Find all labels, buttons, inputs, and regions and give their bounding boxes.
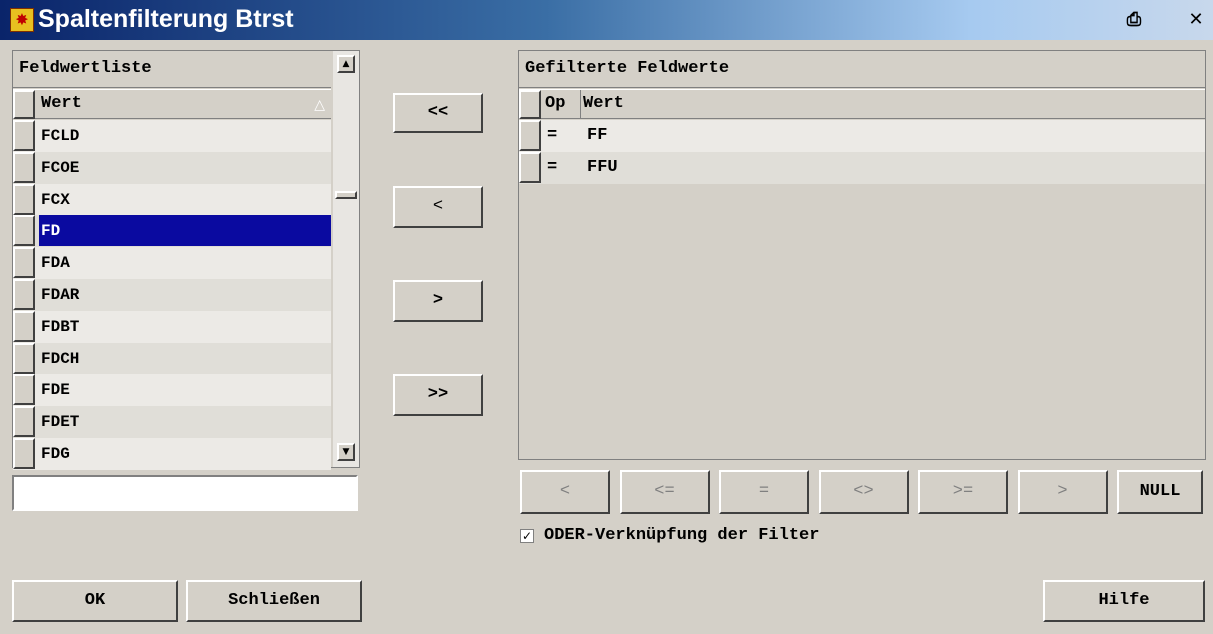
op-not-equal-button[interactable]: <> [818,470,909,514]
scroll-down-icon[interactable]: ▼ [337,443,355,461]
list-item-selected[interactable]: FD [13,215,331,248]
row-selector[interactable] [519,152,541,183]
filtered-value-row[interactable]: = FF [519,120,1205,152]
list-item-label: FDBT [41,317,80,336]
list-item-label: FDE [41,381,70,400]
list-item[interactable]: FDA [13,247,331,280]
list-item[interactable]: FDG [13,438,331,470]
filtered-values-header: Gefilterte Feldwerte [519,51,1205,88]
close-button[interactable]: Schließen [186,580,362,622]
op-less-equal-button[interactable]: <= [619,470,710,514]
value-column-header[interactable]: Wert △ [13,89,331,119]
row-selector[interactable] [13,151,35,183]
list-item-label: FDA [41,254,70,273]
filtered-values-panel: Gefilterte Feldwerte Op Wert = FF = FFU [518,50,1206,460]
op-less-button[interactable]: < [520,470,610,514]
row-selector-header [519,90,541,119]
row-selector-header [13,90,35,119]
field-value-search-input[interactable] [12,475,358,511]
list-item[interactable]: FCOE [13,151,331,184]
list-item-label: FDET [41,413,80,432]
list-item-label: FCX [41,190,70,209]
window-title: Spaltenfilterung Btrst [38,5,294,33]
ok-button[interactable]: OK [12,580,178,622]
list-item-label: FDAR [41,286,80,304]
value-column-header[interactable]: Wert [583,90,624,118]
list-item-label: FCLD [41,127,80,145]
filter-value: FF [587,126,608,145]
add-button[interactable]: > [393,280,483,322]
filter-value: FFU [587,158,618,177]
list-item-label: FCOE [41,158,80,177]
list-item[interactable]: FDET [13,406,331,439]
row-selector[interactable] [519,120,541,151]
op-greater-button[interactable]: > [1017,470,1108,514]
row-selector[interactable] [13,120,35,151]
scroll-up-icon[interactable]: ▲ [337,55,355,73]
remove-all-button[interactable]: << [393,93,483,133]
printer-icon[interactable]: ⎙ [1122,9,1146,33]
field-value-list-panel: Feldwertliste Wert △ FCLD FCOE FCX FD FDA FDA… [12,50,360,470]
list-item-label: FDG [41,445,70,463]
row-selector[interactable] [13,374,35,406]
row-selector[interactable] [13,279,35,310]
app-flag-icon: ✸ [10,8,34,32]
list-item[interactable]: FDE [13,374,331,407]
add-all-button[interactable]: >> [393,374,483,416]
close-icon[interactable]: ✕ [1184,9,1208,33]
list-item[interactable]: FDAR [13,279,331,311]
oder-label: ODER-Verknüpfung der Filter [544,526,820,545]
scroll-thumb[interactable] [335,191,357,199]
list-item[interactable]: FDCH [13,342,331,375]
list-item[interactable]: FCX [13,183,331,216]
filter-operator: = [547,126,558,145]
help-button[interactable]: Hilfe [1043,580,1205,622]
list-item-label: FDCH [41,349,80,368]
remove-button[interactable]: < [393,186,483,228]
vertical-scrollbar[interactable]: ▲ ▼ [333,51,359,467]
filtered-value-row[interactable]: = FFU [519,152,1205,184]
checkmark-icon: ✓ [521,529,533,543]
list-item[interactable]: FDBT [13,310,331,343]
row-selector[interactable] [13,215,35,247]
oder-checkbox[interactable]: ✓ [520,529,534,543]
filter-operator: = [547,158,558,177]
row-selector[interactable] [13,438,35,469]
op-null-button[interactable]: NULL [1117,470,1203,514]
row-selector[interactable] [13,406,35,438]
title-bar[interactable]: ✸ Spaltenfilterung Btrst ⎙ ✕ [0,0,1213,40]
row-selector[interactable] [13,247,35,279]
row-selector[interactable] [13,310,35,342]
field-value-list-header: Feldwertliste [13,51,331,88]
list-item[interactable]: FCLD [13,120,331,152]
filtered-column-header: Op Wert [519,89,1205,119]
value-column-label: Wert [41,94,82,113]
op-column-header[interactable]: Op [543,90,581,118]
op-equal-button[interactable]: = [719,470,809,514]
row-selector[interactable] [13,342,35,374]
op-greater-equal-button[interactable]: >= [918,470,1008,514]
sort-asc-icon: △ [314,97,325,113]
row-selector[interactable] [13,183,35,215]
list-item-label: FD [39,215,331,247]
